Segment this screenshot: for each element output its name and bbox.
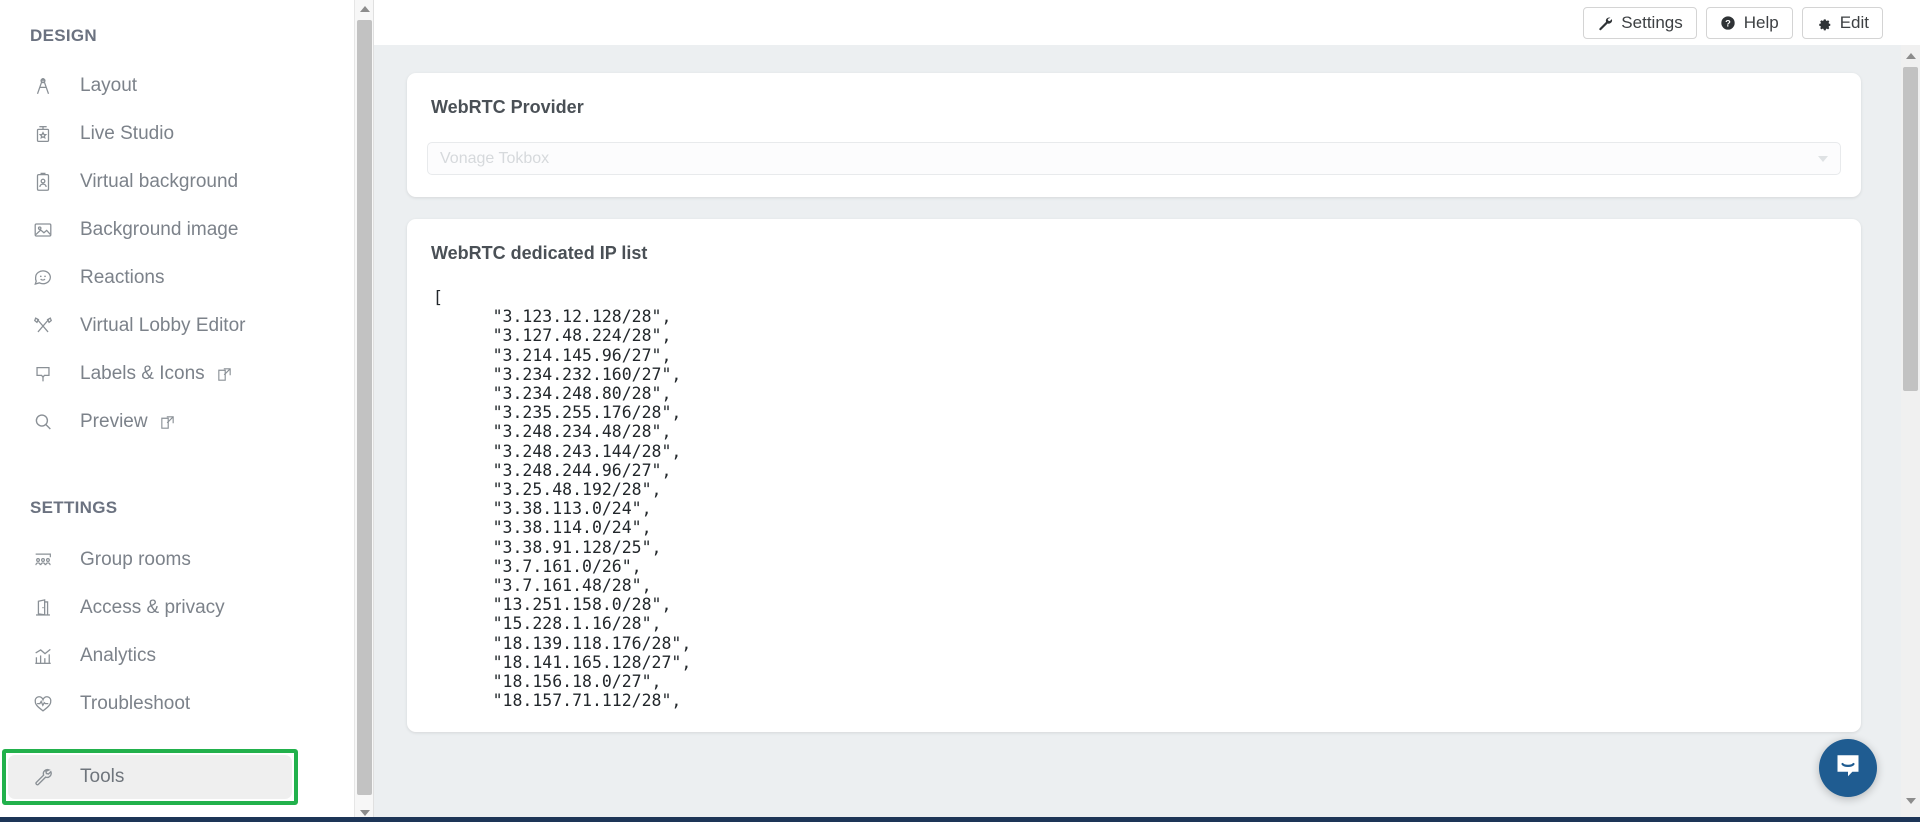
sidebar-section-settings: SETTINGS (30, 498, 118, 517)
triangle-up-icon (359, 6, 370, 12)
sidebar-item-label: Troubleshoot (80, 693, 191, 714)
sidebar-item-virtual-lobby-editor[interactable]: Virtual Lobby Editor (0, 302, 373, 350)
sidebar-item-label: Analytics (80, 645, 157, 666)
webrtc-ip-list-title: WebRTC dedicated IP list (431, 243, 648, 263)
main-scroll-up-button[interactable] (1901, 47, 1920, 65)
chevron-down-icon (1818, 155, 1828, 162)
sidebar-section-design: DESIGN (30, 26, 97, 45)
settings-button-label: Settings (1621, 12, 1683, 32)
sidebar-item-preview[interactable]: Preview (0, 398, 373, 446)
sidebar-item-label: Virtual background (80, 171, 239, 192)
help-button-label: Help (1743, 12, 1779, 32)
main-scroll-thumb[interactable] (1903, 67, 1918, 391)
podium-icon (30, 121, 56, 147)
sidebar-item-access-and-privacy[interactable]: Access & privacy (0, 584, 373, 632)
bar-chart-icon (30, 643, 56, 669)
wrench-icon (1597, 15, 1613, 31)
sidebar: DESIGN Layout Live Studio Virtual backgr… (0, 0, 374, 822)
bottom-edge-strip (0, 817, 1920, 822)
sidebar-item-label: Virtual Lobby Editor (80, 315, 246, 336)
webrtc-provider-select-value: Vonage Tokbox (440, 149, 550, 167)
sidebar-scroll-thumb[interactable] (357, 20, 372, 795)
main-scroll-down-button[interactable] (1901, 792, 1920, 810)
sidebar-item-label: Tools (80, 766, 125, 787)
gear-icon (1816, 15, 1832, 31)
compass-icon (30, 73, 56, 99)
help-button[interactable]: ? Help (1705, 6, 1793, 39)
sidebar-nav: DESIGN Layout Live Studio Virtual backgr… (0, 26, 373, 728)
sidebar-item-label: Labels & Icons (80, 363, 205, 384)
id-badge-icon (30, 169, 56, 195)
sidebar-item-label: Background image (80, 219, 239, 240)
webrtc-provider-title: WebRTC Provider (431, 97, 584, 117)
sidebar-item-virtual-background[interactable]: Virtual background (0, 158, 373, 206)
magnifier-icon (30, 409, 56, 435)
sidebar-item-label: Layout (80, 75, 138, 96)
content-area: WebRTC Provider Vonage Tokbox WebRTC ded… (374, 45, 1901, 822)
wrench-icon (30, 764, 56, 790)
sidebar-item-live-studio[interactable]: Live Studio (0, 110, 373, 158)
door-icon (30, 595, 56, 621)
sidebar-item-label: Access & privacy (80, 597, 225, 618)
sidebar-item-label: Reactions (80, 267, 165, 288)
image-icon (30, 217, 56, 243)
settings-button[interactable]: Settings (1583, 6, 1697, 39)
webrtc-provider-select[interactable]: Vonage Tokbox (427, 142, 1841, 175)
webrtc-ip-list-content: [ "3.123.12.128/28", "3.127.48.224/28", … (433, 288, 692, 711)
sidebar-item-label: Live Studio (80, 123, 175, 144)
sidebar-item-labels-and-icons[interactable]: Labels & Icons (0, 350, 373, 398)
sidebar-scrollbar[interactable] (354, 0, 373, 822)
triangle-up-icon (1905, 53, 1916, 59)
sidebar-item-group-rooms[interactable]: Group rooms (0, 536, 373, 584)
app-root: DESIGN Layout Live Studio Virtual backgr… (0, 0, 1920, 822)
sidebar-item-label: Group rooms (80, 549, 191, 570)
edit-button-label: Edit (1839, 12, 1869, 32)
intercom-chat-launcher[interactable] (1819, 739, 1877, 797)
svg-text:?: ? (1725, 18, 1731, 28)
external-link-icon (159, 414, 176, 431)
triangle-down-icon (1905, 798, 1916, 804)
sidebar-item-reactions[interactable]: Reactions (0, 254, 373, 302)
heartbeat-icon (30, 691, 56, 717)
sidebar-item-layout[interactable]: Layout (0, 62, 373, 110)
webrtc-ip-list-card: WebRTC dedicated IP list [ "3.123.12.128… (407, 219, 1861, 733)
people-group-icon (30, 547, 56, 573)
webrtc-provider-card: WebRTC Provider Vonage Tokbox (407, 73, 1861, 197)
triangle-down-icon (359, 810, 370, 816)
sidebar-item-label: Preview (80, 411, 148, 432)
question-circle-icon: ? (1720, 15, 1736, 31)
intercom-message-icon (1833, 751, 1863, 786)
sidebar-item-background-image[interactable]: Background image (0, 206, 373, 254)
smiley-chat-icon (30, 265, 56, 291)
main-panel: Settings ? Help Edit WebRTC Provider Von… (374, 0, 1920, 822)
top-toolbar: Settings ? Help Edit (374, 0, 1920, 45)
edit-button[interactable]: Edit (1801, 6, 1883, 39)
sidebar-item-troubleshoot[interactable]: Troubleshoot (0, 680, 373, 728)
brushes-icon (30, 313, 56, 339)
external-link-icon (216, 366, 233, 383)
label-tag-icon (30, 361, 56, 387)
sidebar-item-tools[interactable]: Tools (8, 755, 292, 799)
sidebar-item-analytics[interactable]: Analytics (0, 632, 373, 680)
sidebar-scroll-up-button[interactable] (355, 0, 373, 18)
main-scrollbar[interactable] (1901, 45, 1920, 822)
